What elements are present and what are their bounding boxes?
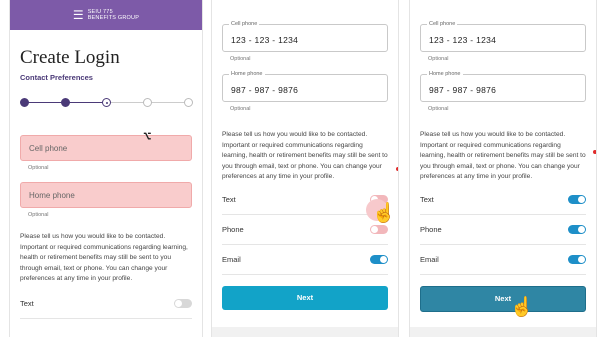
option-row-text: Text: [420, 185, 586, 215]
cell-phone-label: Cell phone: [229, 21, 260, 27]
option-label-email: Email: [222, 254, 241, 264]
contact-preferences-paragraph: Please tell us how you would like to be …: [20, 233, 188, 282]
option-row-text: Text: [20, 289, 192, 319]
logo-line2: BENEFITS GROUP: [87, 15, 140, 21]
home-phone-input[interactable]: Home phone 987 - 987 - 9876: [420, 71, 586, 102]
cell-phone-optional-note: Optional: [428, 56, 449, 62]
home-phone-input[interactable]: Home phone 987 - 987 - 9876: [222, 71, 388, 102]
option-label-email: Email: [420, 254, 439, 264]
edge-marker: [396, 167, 398, 171]
home-phone-label: Home phone: [427, 71, 463, 77]
text-cursor-icon: ⌥: [143, 129, 152, 145]
step-2-complete: [61, 98, 70, 107]
option-row-email: Email: [420, 245, 586, 275]
contact-preferences-paragraph: Please tell us how you would like to be …: [222, 131, 388, 180]
toggle-text[interactable]: [568, 194, 586, 204]
toggle-phone[interactable]: [370, 224, 388, 234]
page-footer: [212, 327, 398, 337]
home-phone-optional-note: Optional: [28, 212, 49, 218]
home-phone-value: 987 - 987 - 9876: [231, 85, 299, 95]
option-row-phone: Phone: [420, 215, 586, 245]
option-label-phone: Phone: [420, 224, 442, 234]
cell-phone-input[interactable]: Cell phone 123 - 123 - 1234: [222, 21, 388, 52]
cell-phone-optional-note: Optional: [28, 165, 49, 171]
progress-stepper: [20, 98, 193, 108]
step-3-current: [102, 98, 111, 107]
home-phone-optional-note: Optional: [230, 106, 251, 112]
home-phone-input[interactable]: Home phone: [20, 182, 192, 208]
next-button[interactable]: Next: [420, 285, 586, 312]
page-subtitle: Contact Preferences: [20, 73, 93, 82]
home-phone-placeholder: Home phone: [29, 191, 75, 200]
home-phone-label: Home phone: [229, 71, 265, 77]
pointer-hand-icon: ☝: [372, 203, 396, 224]
cell-phone-value: 123 - 123 - 1234: [231, 35, 299, 45]
pointer-hand-icon: ☝: [510, 297, 534, 318]
cell-phone-placeholder: Cell phone: [29, 144, 68, 153]
brand-logo-icon: ☰: [72, 8, 84, 22]
step-1-complete: [20, 98, 29, 107]
next-button[interactable]: Next: [222, 285, 388, 310]
option-label-text: Text: [420, 194, 434, 204]
toggle-email[interactable]: [568, 254, 586, 264]
screen-contact-preferences-complete: Cell phone 123 - 123 - 1234 Optional Hom…: [410, 0, 596, 337]
brand-logo-text: SEIU 775 BENEFITS GROUP: [88, 9, 139, 21]
cell-phone-optional-note: Optional: [230, 56, 251, 62]
cell-phone-label: Cell phone: [427, 21, 458, 27]
option-label-text: Text: [222, 194, 236, 204]
toggle-phone[interactable]: [568, 224, 586, 234]
contact-preferences-paragraph: Please tell us how you would like to be …: [420, 131, 586, 180]
edge-marker: [593, 150, 596, 154]
page-footer: [410, 327, 596, 337]
option-label-text: Text: [20, 298, 34, 308]
cell-phone-input[interactable]: Cell phone: [20, 135, 192, 161]
toggle-text[interactable]: [174, 298, 192, 308]
toggle-email[interactable]: [370, 254, 388, 264]
option-row-text: Text: [222, 185, 388, 215]
step-5: [184, 98, 193, 107]
page-title: Create Login: [20, 47, 120, 68]
cell-phone-input[interactable]: Cell phone 123 - 123 - 1234: [420, 21, 586, 52]
screen-contact-preferences-filled: Cell phone 123 - 123 - 1234 Optional Hom…: [212, 0, 398, 337]
home-phone-optional-note: Optional: [428, 106, 449, 112]
option-label-phone: Phone: [222, 224, 244, 234]
step-4: [143, 98, 152, 107]
app-header: ☰ SEIU 775 BENEFITS GROUP: [10, 0, 202, 30]
option-row-email: Email: [222, 245, 388, 275]
screen-contact-preferences-empty: ☰ SEIU 775 BENEFITS GROUP Create Login C…: [10, 0, 202, 337]
home-phone-value: 987 - 987 - 9876: [429, 85, 497, 95]
cell-phone-value: 123 - 123 - 1234: [429, 35, 497, 45]
option-row-phone: Phone: [222, 215, 388, 245]
